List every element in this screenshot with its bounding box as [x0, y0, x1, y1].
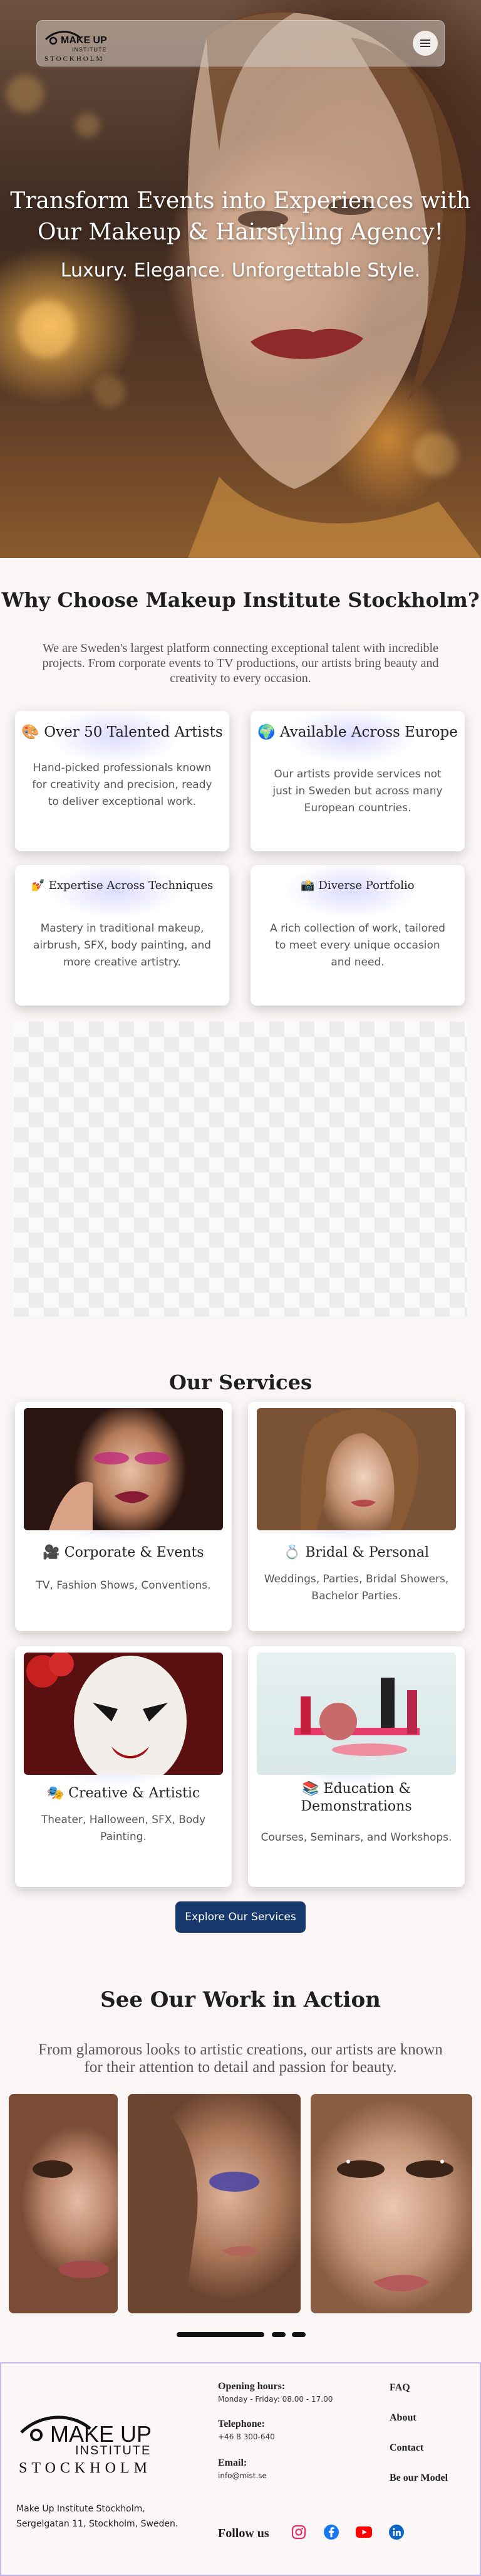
menu-button[interactable]: [413, 31, 438, 56]
instagram-icon: [291, 2525, 306, 2540]
carousel-dot[interactable]: [272, 2332, 286, 2337]
nail-polish-icon: 💅: [31, 879, 45, 892]
footer-address-line2: Sergelgatan 11, Stockholm, Sweden.: [16, 2519, 178, 2529]
globe-icon: 🌍: [257, 724, 276, 740]
service-card-education[interactable]: 📚 Education & Demonstrations Courses, Sem…: [248, 1646, 465, 1887]
hero-section: MAKE UP INSTITUTE STOCKHOLM Transform Ev…: [0, 0, 481, 558]
why-intro-text: We are Sweden's largest platform connect…: [42, 641, 439, 685]
svg-text:STOCKHOLM: STOCKHOLM: [44, 55, 104, 63]
footer-address-line1: Make Up Institute Stockholm,: [16, 2504, 145, 2514]
feature-title: 🌍 Available Across Europe: [257, 724, 458, 740]
service-title: 🎭 Creative & Artistic: [46, 1785, 200, 1801]
linkedin-icon: [389, 2525, 404, 2540]
carousel-dot-active[interactable]: [177, 2332, 264, 2337]
feature-text: Our artists provide services not just in…: [272, 768, 443, 814]
service-card-bridal[interactable]: 💍 Bridal & Personal Weddings, Parties, B…: [248, 1402, 465, 1631]
svg-text:INSTITUTE: INSTITUTE: [72, 46, 107, 53]
hours-value: Monday - Friday: 08.00 - 17.00: [218, 2395, 333, 2404]
facebook-link[interactable]: [322, 2523, 341, 2542]
service-text: Theater, Halloween, SFX, Body Painting.: [41, 1814, 206, 1843]
feature-card-portfolio: 📸 Diverse Portfolio A rich collection of…: [251, 865, 465, 1006]
feature-card-europe: 🌍 Available Across Europe Our artists pr…: [251, 711, 465, 851]
film-camera-icon: 🎥: [43, 1545, 60, 1560]
footer-link-be-our-model[interactable]: Be our Model: [390, 2473, 448, 2484]
hero-headline-line1: Transform Events into Experiences with: [10, 188, 471, 214]
camera-icon: 📸: [301, 879, 315, 892]
footer-link-about[interactable]: About: [390, 2412, 416, 2424]
feature-title: 📸 Diverse Portfolio: [301, 879, 415, 892]
feature-card-artists: 🎨 Over 50 Talented Artists Hand-picked p…: [15, 711, 229, 851]
service-image: [257, 1408, 456, 1530]
youtube-icon: [356, 2526, 372, 2538]
brand-logo[interactable]: MAKE UP INSTITUTE STOCKHOLM: [42, 26, 123, 63]
top-navbar: MAKE UP INSTITUTE STOCKHOLM: [36, 20, 445, 66]
service-text: Courses, Seminars, and Workshops.: [261, 1831, 452, 1844]
service-text: TV, Fashion Shows, Conventions.: [36, 1579, 211, 1592]
instagram-link[interactable]: [289, 2523, 308, 2542]
site-footer: MAKE UP INSTITUTE STOCKHOLM Make Up Inst…: [0, 2362, 481, 2576]
hero-headline-line2: Our Makeup & Hairstyling Agency!: [37, 219, 444, 245]
carousel-dot[interactable]: [292, 2332, 306, 2337]
hero-tagline: Luxury. Elegance. Unforgettable Style.: [60, 260, 421, 281]
feature-text: Mastery in traditional makeup, airbrush,…: [33, 922, 212, 969]
linkedin-link[interactable]: [387, 2523, 406, 2542]
phone-label: Telephone:: [218, 2419, 265, 2429]
work-section-title: See Our Work in Action: [100, 1987, 381, 2012]
feature-title: 💅 Expertise Across Techniques: [31, 879, 214, 892]
footer-logo-line2: INSTITUTE: [75, 2444, 152, 2458]
service-title: 💍 Bridal & Personal: [283, 1545, 430, 1560]
services-section-title: Our Services: [168, 1370, 313, 1394]
explore-services-button[interactable]: Explore Our Services: [175, 1901, 306, 1933]
youtube-link[interactable]: [354, 2523, 373, 2542]
books-icon: 📚: [301, 1781, 319, 1797]
feature-title: 🎨 Over 50 Talented Artists: [21, 724, 223, 740]
ring-icon: 💍: [283, 1545, 301, 1560]
service-image: [257, 1653, 456, 1775]
hours-label: Opening hours:: [218, 2381, 286, 2392]
email-value[interactable]: info@mist.se: [218, 2471, 267, 2480]
follow-us-label: Follow us: [218, 2526, 269, 2540]
why-section-title: Why Choose Makeup Institute Stockholm?: [1, 588, 480, 612]
email-label: Email:: [218, 2458, 247, 2468]
gallery-photo-1[interactable]: [9, 2094, 118, 2313]
facebook-icon: [324, 2525, 339, 2540]
service-image: [24, 1653, 223, 1775]
service-image: [24, 1408, 223, 1530]
footer-logo-line3: STOCKHOLM: [19, 2460, 152, 2476]
service-card-creative[interactable]: 🎭 Creative & Artistic Theater, Halloween…: [15, 1646, 232, 1887]
footer-link-faq[interactable]: FAQ: [390, 2382, 410, 2394]
palette-icon: 🎨: [21, 724, 39, 740]
svg-text:MAKE UP: MAKE UP: [61, 35, 107, 46]
service-title: 🎥 Corporate & Events: [43, 1545, 204, 1560]
service-card-corporate[interactable]: 🎥 Corporate & Events TV, Fashion Shows, …: [15, 1402, 232, 1631]
service-title: 📚 Education & Demonstrations: [301, 1781, 412, 1814]
feature-text: A rich collection of work, tailored to m…: [270, 922, 445, 969]
gallery-photo-3[interactable]: [311, 2094, 472, 2313]
feature-card-techniques: 💅 Expertise Across Techniques Mastery in…: [15, 865, 229, 1006]
work-intro-text: From glamorous looks to artistic creatio…: [38, 2041, 443, 2076]
footer-link-contact[interactable]: Contact: [390, 2442, 423, 2454]
footer-logo[interactable]: MAKE UP INSTITUTE STOCKHOLM: [15, 2407, 184, 2478]
image-placeholder: [14, 1022, 467, 1317]
hamburger-icon: [420, 39, 430, 47]
feature-text: Hand-picked professionals known for crea…: [32, 762, 212, 808]
service-text: Weddings, Parties, Bridal Showers, Bache…: [264, 1573, 449, 1602]
hero-headline: Transform Events into Experiences with O…: [0, 186, 481, 248]
theater-masks-icon: 🎭: [46, 1785, 65, 1801]
gallery-photo-2[interactable]: [128, 2094, 301, 2313]
phone-value[interactable]: +46 8 300-640: [218, 2432, 275, 2441]
